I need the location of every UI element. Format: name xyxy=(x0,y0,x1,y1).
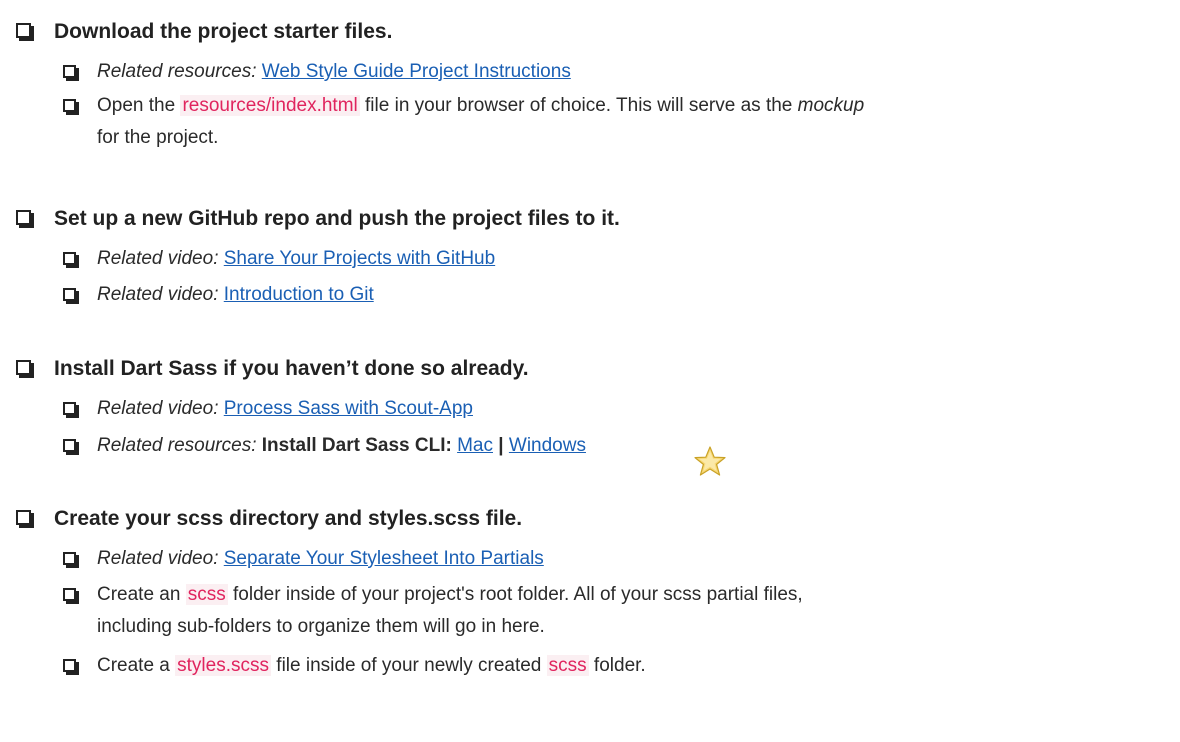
mac-link[interactable]: Mac xyxy=(457,435,493,456)
inline-code: styles.scss xyxy=(175,655,272,676)
related-label: Related resources: xyxy=(97,435,257,456)
subtask-text: Related resources: Web Style Guide Proje… xyxy=(97,56,1157,88)
subtask-related-video: Related video: Introduction to Git xyxy=(63,279,1157,311)
related-label: Related video: xyxy=(97,284,219,305)
install-cli-label: Install Dart Sass CLI: xyxy=(261,435,452,456)
subtask-related-video: Related video: Process Sass with Scout-A… xyxy=(63,393,1157,425)
checkbox-icon[interactable] xyxy=(63,252,76,265)
emphasis: mockup xyxy=(797,95,865,116)
subtask-create-scss-folder: Create an scss folder inside of your pro… xyxy=(63,579,1157,643)
separate-stylesheet-partials-link[interactable]: Separate Your Stylesheet Into Partials xyxy=(224,548,544,569)
checkbox-icon[interactable] xyxy=(16,510,31,525)
text-segment: Open the xyxy=(97,95,181,116)
text-segment: file in your browser of choice. This wil… xyxy=(359,95,798,116)
related-label: Related resources: xyxy=(97,61,257,82)
task-create-scss-directory: Create your scss directory and styles.sc… xyxy=(16,505,522,533)
checkbox-icon[interactable] xyxy=(63,402,76,415)
task-download-starter-files: Download the project starter files. xyxy=(16,18,392,46)
subtask-text: Related video: Share Your Projects with … xyxy=(97,243,1157,275)
document-page: Download the project starter files. Rela… xyxy=(0,0,1180,742)
task-install-dart-sass: Install Dart Sass if you haven’t done so… xyxy=(16,355,529,383)
windows-link[interactable]: Windows xyxy=(509,435,586,456)
text-segment: Create an xyxy=(97,584,186,605)
text-segment: including sub-folders to organize them w… xyxy=(97,616,545,637)
checkbox-icon[interactable] xyxy=(63,288,76,301)
web-style-guide-instructions-link[interactable]: Web Style Guide Project Instructions xyxy=(262,61,571,82)
text-segment: folder inside of your project's root fol… xyxy=(227,584,803,605)
introduction-to-git-link[interactable]: Introduction to Git xyxy=(224,284,374,305)
subtask-text: Create a styles.scss file inside of your… xyxy=(97,650,1157,682)
separator: | xyxy=(498,435,504,456)
checkbox-icon[interactable] xyxy=(16,23,31,38)
process-sass-scout-app-link[interactable]: Process Sass with Scout-App xyxy=(224,398,473,419)
checkbox-icon[interactable] xyxy=(16,360,31,375)
task-title: Install Dart Sass if you haven’t done so… xyxy=(54,357,529,380)
text-segment: Create a xyxy=(97,655,176,676)
subtask-text: Related resources: Install Dart Sass CLI… xyxy=(97,430,1157,462)
related-label: Related video: xyxy=(97,548,219,569)
text-segment: for the project. xyxy=(97,127,219,148)
subtask-related-resources: Related resources: Web Style Guide Proje… xyxy=(63,56,1157,88)
inline-code: scss xyxy=(546,655,589,676)
task-title: Download the project starter files. xyxy=(54,20,393,43)
share-projects-github-link[interactable]: Share Your Projects with GitHub xyxy=(224,248,495,269)
checkbox-icon[interactable] xyxy=(63,99,76,112)
checkbox-icon[interactable] xyxy=(16,210,31,225)
related-label: Related video: xyxy=(97,398,219,419)
task-setup-github-repo: Set up a new GitHub repo and push the pr… xyxy=(16,205,620,233)
subtask-related-video: Related video: Separate Your Stylesheet … xyxy=(63,543,1157,575)
text-segment: file inside of your newly created xyxy=(271,655,547,676)
subtask-text: Open the resources/index.html file in yo… xyxy=(97,90,1157,154)
subtask-create-styles-file: Create a styles.scss file inside of your… xyxy=(63,650,1157,682)
checkbox-icon[interactable] xyxy=(63,588,76,601)
checkbox-icon[interactable] xyxy=(63,659,76,672)
inline-code: resources/index.html xyxy=(180,95,360,116)
related-label: Related video: xyxy=(97,248,219,269)
task-title: Create your scss directory and styles.sc… xyxy=(54,507,523,530)
subtask-related-video: Related video: Share Your Projects with … xyxy=(63,243,1157,275)
checkbox-icon[interactable] xyxy=(63,552,76,565)
star-icon xyxy=(694,446,726,476)
subtask-related-resources: Related resources: Install Dart Sass CLI… xyxy=(63,430,1157,462)
subtask-text: Related video: Separate Your Stylesheet … xyxy=(97,543,1157,575)
checkbox-icon[interactable] xyxy=(63,439,76,452)
subtask-open-index: Open the resources/index.html file in yo… xyxy=(63,90,1157,154)
task-title: Set up a new GitHub repo and push the pr… xyxy=(54,207,620,230)
subtask-text: Related video: Process Sass with Scout-A… xyxy=(97,393,1157,425)
inline-code: scss xyxy=(185,584,228,605)
subtask-text: Related video: Introduction to Git xyxy=(97,279,1157,311)
text-segment: folder. xyxy=(588,655,646,676)
checkbox-icon[interactable] xyxy=(63,65,76,78)
subtask-text: Create an scss folder inside of your pro… xyxy=(97,579,1157,643)
